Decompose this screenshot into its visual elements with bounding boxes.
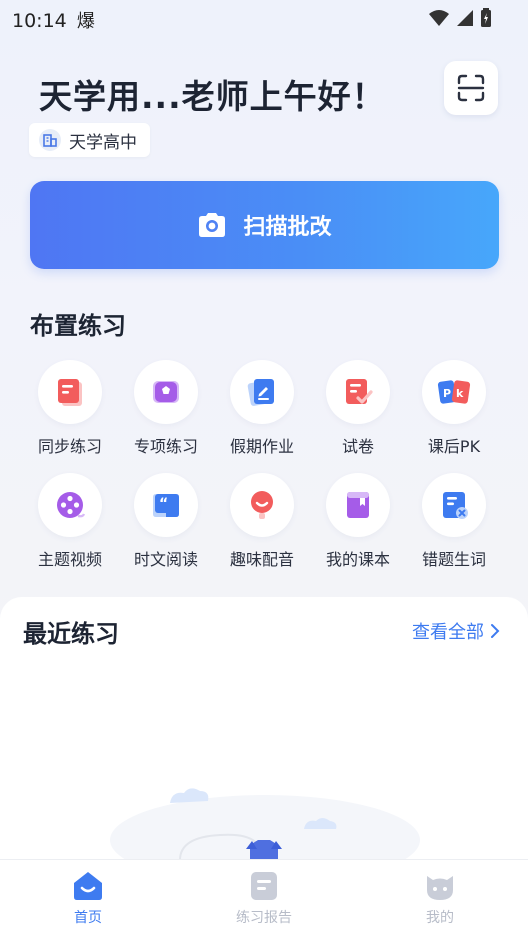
tab-mine[interactable]: 我的 xyxy=(380,870,500,927)
assign-item-label: 假期作业 xyxy=(229,437,294,456)
tab-home-label: 首页 xyxy=(74,910,102,926)
assign-item-exam-paper[interactable]: 试卷 xyxy=(310,360,406,457)
holiday-homework-icon xyxy=(230,360,294,424)
chevron-right-icon xyxy=(491,624,500,638)
assign-grid: 同步练习 专项练习 假期作业 试卷 Pk 课后PK 主题视频 “ 时文阅读 趣味… xyxy=(22,360,508,570)
assign-item-label: 时文阅读 xyxy=(133,550,198,569)
home-icon xyxy=(74,872,102,900)
assign-item-label: 课后PK xyxy=(427,437,481,456)
wrong-words-icon xyxy=(422,473,486,537)
status-time: 10:14 爆 xyxy=(12,7,95,33)
svg-text:“: “ xyxy=(159,496,168,512)
empty-state-illustration xyxy=(110,788,420,865)
reading-icon: “ xyxy=(134,473,198,537)
status-indicator: 爆 xyxy=(76,11,95,32)
scan-grade-button[interactable]: 扫描批改 xyxy=(30,181,499,269)
assign-item-label: 试卷 xyxy=(341,437,374,456)
exam-paper-icon xyxy=(326,360,390,424)
assign-item-label: 专项练习 xyxy=(133,437,198,456)
school-icon xyxy=(39,129,61,151)
scan-icon xyxy=(457,74,485,102)
view-all-link[interactable]: 查看全部 xyxy=(412,618,500,644)
signal-icon xyxy=(457,10,473,26)
tab-practice-report-label: 练习报告 xyxy=(236,910,292,926)
assign-item-dubbing[interactable]: 趣味配音 xyxy=(214,473,310,570)
textbook-icon xyxy=(326,473,390,537)
assign-item-reading[interactable]: “ 时文阅读 xyxy=(118,473,214,570)
assign-item-special-practice[interactable]: 专项练习 xyxy=(118,360,214,457)
tab-mine-label: 我的 xyxy=(426,910,454,926)
svg-text:P: P xyxy=(443,387,451,400)
camera-icon xyxy=(199,213,226,237)
status-clock: 10:14 xyxy=(12,10,67,32)
wifi-icon xyxy=(429,10,449,26)
school-tag[interactable]: 天学高中 xyxy=(29,123,150,157)
theme-video-icon xyxy=(38,473,102,537)
svg-text:k: k xyxy=(456,387,464,400)
view-all-label: 查看全部 xyxy=(412,622,484,643)
bottom-tab-bar: 首页 练习报告 我的 xyxy=(0,859,528,937)
sync-practice-icon xyxy=(38,360,102,424)
scan-grade-label: 扫描批改 xyxy=(243,215,332,240)
report-icon xyxy=(251,872,277,900)
assign-item-label: 主题视频 xyxy=(37,550,102,569)
battery-icon xyxy=(481,8,491,27)
assign-item-wrong-words[interactable]: 错题生词 xyxy=(406,473,502,570)
assign-item-sync-practice[interactable]: 同步练习 xyxy=(22,360,118,457)
assign-section-title: 布置练习 xyxy=(30,312,126,340)
scan-code-button[interactable] xyxy=(444,61,498,115)
status-icons xyxy=(428,8,492,28)
tab-practice-report[interactable]: 练习报告 xyxy=(204,870,324,927)
greeting-title: 天学用...老师上午好！ xyxy=(39,77,386,116)
assign-item-holiday-homework[interactable]: 假期作业 xyxy=(214,360,310,457)
dubbing-icon xyxy=(230,473,294,537)
assign-item-label: 错题生词 xyxy=(421,550,486,569)
assign-item-textbook[interactable]: 我的课本 xyxy=(310,473,406,570)
assign-item-label: 同步练习 xyxy=(37,437,102,456)
special-practice-icon xyxy=(134,360,198,424)
school-name: 天学高中 xyxy=(69,132,137,153)
assign-item-label: 趣味配音 xyxy=(229,550,294,569)
recent-title: 最近练习 xyxy=(23,620,119,648)
assign-item-after-class-pk[interactable]: Pk 课后PK xyxy=(406,360,502,457)
after-class-pk-icon: Pk xyxy=(422,360,486,424)
assign-item-theme-video[interactable]: 主题视频 xyxy=(22,473,118,570)
tab-home[interactable]: 首页 xyxy=(28,870,148,927)
assign-item-label: 我的课本 xyxy=(325,550,390,569)
profile-icon xyxy=(427,876,453,900)
